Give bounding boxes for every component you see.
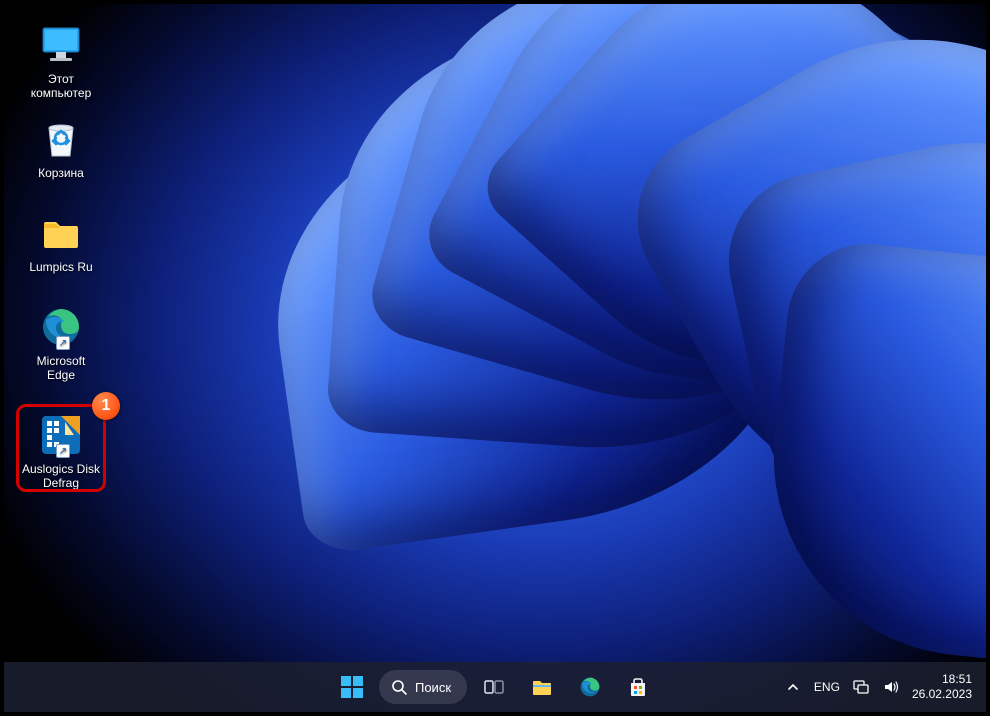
- start-button[interactable]: [331, 666, 373, 708]
- search-icon: [391, 679, 407, 695]
- task-view-button[interactable]: [473, 666, 515, 708]
- desktop[interactable]: Этоткомпьютер Корзина Lumpics Ru: [4, 4, 986, 712]
- desktop-icon-auslogics[interactable]: ↗ Auslogics DiskDefrag: [20, 412, 102, 490]
- tray-overflow-button[interactable]: [784, 678, 802, 696]
- taskbar-explorer[interactable]: [521, 666, 563, 708]
- task-view-icon: [483, 676, 505, 698]
- store-icon: [627, 676, 649, 698]
- folder-icon: [530, 675, 554, 699]
- desktop-icon-edge[interactable]: ↗ MicrosoftEdge: [20, 304, 102, 382]
- desktop-icon-label: Lumpics Ru: [29, 260, 92, 274]
- taskbar-search-label: Поиск: [415, 680, 451, 695]
- desktop-icon-recycle-bin[interactable]: Корзина: [20, 116, 102, 180]
- volume-icon: [882, 678, 900, 696]
- desktop-icon-label: Этоткомпьютер: [31, 72, 92, 100]
- windows-logo-icon: [341, 676, 363, 698]
- tray-clock[interactable]: 18:51 26.02.2023: [912, 672, 976, 702]
- tray-volume[interactable]: [882, 678, 900, 696]
- tray-date: 26.02.2023: [912, 687, 972, 702]
- taskbar: Поиск: [4, 662, 986, 712]
- taskbar-search[interactable]: Поиск: [379, 670, 467, 704]
- taskbar-edge[interactable]: [569, 666, 611, 708]
- taskbar-store[interactable]: [617, 666, 659, 708]
- tray-time: 18:51: [912, 672, 972, 687]
- edge-icon: [578, 675, 602, 699]
- tray-network[interactable]: [852, 678, 870, 696]
- chevron-up-icon: [786, 680, 800, 694]
- desktop-icon-label: Корзина: [38, 166, 84, 180]
- folder-icon: [38, 210, 84, 256]
- tray-language[interactable]: ENG: [814, 680, 840, 694]
- monitor-icon: [38, 22, 84, 68]
- desktop-icon-label: Auslogics DiskDefrag: [22, 462, 100, 490]
- desktop-icon-this-pc[interactable]: Этоткомпьютер: [20, 22, 102, 100]
- desktop-icon-label: MicrosoftEdge: [37, 354, 86, 382]
- system-tray: ENG 18:51 26.02.2023: [784, 662, 976, 712]
- network-icon: [852, 678, 870, 696]
- shortcut-overlay-icon: ↗: [56, 336, 70, 350]
- recycle-bin-icon: [38, 116, 84, 162]
- annotation-badge: 1: [92, 392, 120, 420]
- shortcut-overlay-icon: ↗: [56, 444, 70, 458]
- desktop-icon-lumpics[interactable]: Lumpics Ru: [20, 210, 102, 274]
